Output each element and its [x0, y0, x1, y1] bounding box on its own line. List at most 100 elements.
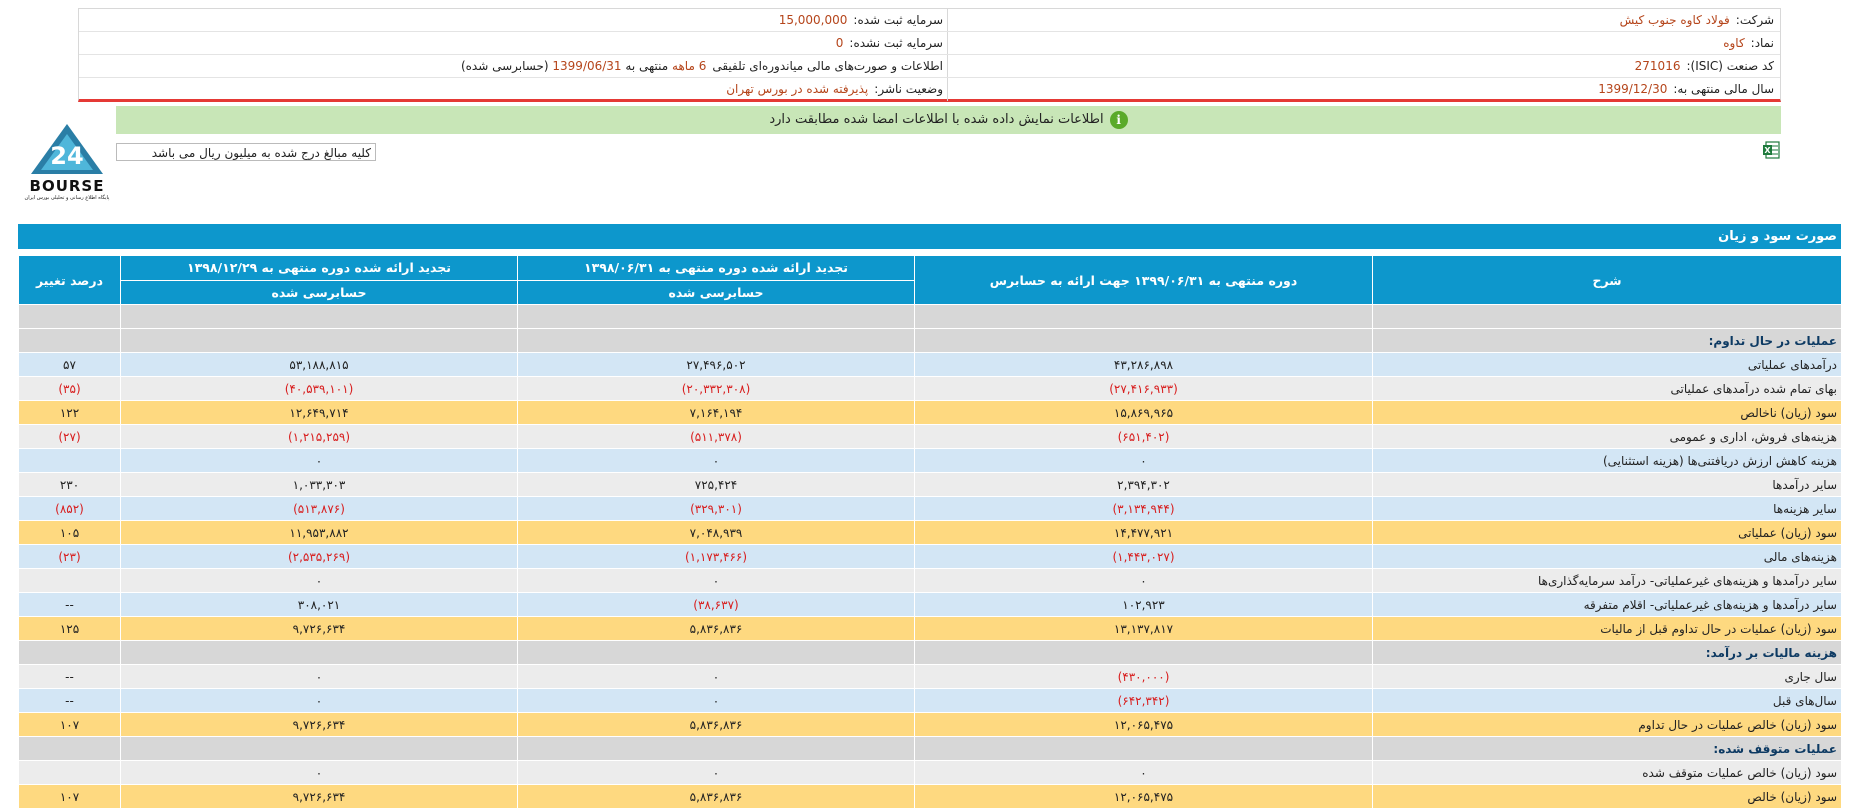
registered-capital-value: 15,000,000: [778, 13, 848, 27]
section-header-row: عملیات در حال تداوم:: [18, 328, 1842, 353]
value-prior-period: ۲۷,۴۹۶,۵۰۲: [517, 352, 915, 377]
section-empty-cell: [914, 736, 1373, 761]
value-prior-year: ۰: [120, 664, 518, 689]
report-description-row: اطلاعات و صورت‌های مالی میاندوره‌ای تلفی…: [79, 55, 949, 78]
report-period-end: 1399/06/31: [552, 59, 622, 73]
bourse24-logo[interactable]: 24 BOURSE پایگاه اطلاع رسانی و تحلیلی بو…: [18, 120, 116, 201]
value-current-period: (۱,۴۴۳,۰۲۷): [914, 544, 1373, 569]
section-empty-cell: [120, 328, 518, 353]
value-prior-year: (۲,۵۳۵,۲۶۹): [120, 544, 518, 569]
value-pct-change: (۲۷): [18, 424, 121, 449]
table-row: سال‌های قبل (۶۴۲,۳۴۲) ۰ ۰ --: [18, 688, 1842, 713]
value-current-period: (۶۵۱,۴۰۲): [914, 424, 1373, 449]
value-pct-change: [18, 448, 121, 473]
row-description: سایر درآمدها: [1372, 472, 1842, 497]
table-row: هزینه کاهش ارزش دریافتنی‌ها (هزینه استثن…: [18, 448, 1842, 473]
row-description: سود (زیان) خالص عملیات متوقف شده: [1372, 760, 1842, 785]
header-col2-audit: حسابرسی شده: [517, 279, 915, 305]
header-col1: دوره منتهی به ۱۳۹۹/۰۶/۳۱ جهت ارائه به حس…: [914, 255, 1373, 305]
section-title: عملیات متوقف شده:: [1372, 736, 1842, 761]
row-description: سود (زیان) عملیات در حال تداوم قبل از ما…: [1372, 616, 1842, 641]
value-current-period: (۶۴۲,۳۴۲): [914, 688, 1373, 713]
spacer-cell: [1372, 304, 1842, 329]
income-statement-table: شرح دوره منتهی به ۱۳۹۹/۰۶/۳۱ جهت ارائه ب…: [18, 255, 1842, 809]
value-pct-change: ۱۰۷: [18, 784, 121, 809]
company-label: شرکت:: [1735, 13, 1774, 27]
value-pct-change: (۳۵): [18, 376, 121, 401]
section-header-row: عملیات متوقف شده:: [18, 736, 1842, 761]
table-row: سایر درآمدها و هزینه‌های غیرعملیاتی- اقل…: [18, 592, 1842, 617]
spacer-cell: [18, 304, 121, 329]
row-description: سود (زیان) عملیاتی: [1372, 520, 1842, 545]
value-prior-period: ۰: [517, 568, 915, 593]
info-icon: i: [1109, 110, 1128, 129]
value-current-period: ۱۰۲,۹۲۳: [914, 592, 1373, 617]
row-description: سایر هزینه‌ها: [1372, 496, 1842, 521]
value-prior-year: ۰: [120, 688, 518, 713]
value-pct-change: ۱۰۷: [18, 712, 121, 737]
value-pct-change: --: [18, 592, 121, 617]
unregistered-capital-row: سرمایه ثبت نشده: 0: [79, 32, 949, 55]
value-prior-year: ۰: [120, 568, 518, 593]
logo-triangle-icon: 24: [31, 124, 103, 174]
value-prior-period: (۲۰,۳۳۲,۳۰۸): [517, 376, 915, 401]
value-prior-year: ۱۲,۶۴۹,۷۱۴: [120, 400, 518, 425]
value-prior-period: (۱,۱۷۳,۴۶۶): [517, 544, 915, 569]
fiscal-year-label: سال مالی منتهی به:: [1673, 82, 1774, 96]
symbol-label: نماد:: [1750, 36, 1774, 50]
report-desc-mid: منتهی به: [625, 59, 669, 73]
header-col3-audit: حسابرسی شده: [120, 279, 518, 305]
table-row: سود (زیان) ناخالص ۱۵,۸۶۹,۹۶۵ ۷,۱۶۴,۱۹۴ ۱۲,۶…: [18, 400, 1842, 425]
company-info-panel: شرکت: فولاد کاوه جنوب کیش نماد: کاوه کد صن…: [78, 8, 1781, 102]
company-info-left: سرمایه ثبت شده: 15,000,000 سرمایه ثبت نشد…: [79, 9, 949, 101]
publisher-status-row: وضعیت ناشر: پذیرفته شده در بورس تهران: [79, 78, 949, 101]
row-description: سود (زیان) خالص: [1372, 784, 1842, 809]
row-description: هزینه‌های مالی: [1372, 544, 1842, 569]
value-prior-period: (۳۲۹,۳۰۱): [517, 496, 915, 521]
table-row: سایر درآمدها و هزینه‌های غیرعملیاتی- درآ…: [18, 568, 1842, 593]
section-header-row: هزینه مالیات بر درآمد:: [18, 640, 1842, 665]
value-current-period: ۴۳,۲۸۶,۸۹۸: [914, 352, 1373, 377]
section-empty-cell: [120, 736, 518, 761]
value-prior-year: ۰: [120, 448, 518, 473]
header-desc: شرح: [1372, 255, 1842, 305]
row-description: سود (زیان) ناخالص: [1372, 400, 1842, 425]
table-row: سود (زیان) عملیاتی ۱۴,۴۷۷,۹۲۱ ۷,۰۴۸,۹۳۹ ۱۱,…: [18, 520, 1842, 545]
value-current-period: ۱۴,۴۷۷,۹۲۱: [914, 520, 1373, 545]
row-description: هزینه‌های فروش، اداری و عمومی: [1372, 424, 1842, 449]
row-description: هزینه کاهش ارزش دریافتنی‌ها (هزینه استثن…: [1372, 448, 1842, 473]
value-prior-period: (۳۸,۶۳۷): [517, 592, 915, 617]
value-pct-change: ۱۲۲: [18, 400, 121, 425]
notice-text: اطلاعات نمایش داده شده با اطلاعات امضا ش…: [769, 112, 1104, 127]
table-row: سایر درآمدها ۲,۳۹۴,۳۰۲ ۷۲۵,۴۲۴ ۱,۰۳۳,۳۰۳ ۲۳۰: [18, 472, 1842, 497]
value-pct-change: ۲۳۰: [18, 472, 121, 497]
value-prior-period: ۷,۱۶۴,۱۹۴: [517, 400, 915, 425]
symbol-row: نماد: کاوه: [948, 32, 1780, 55]
section-empty-cell: [18, 640, 121, 665]
value-pct-change: ۱۰۵: [18, 520, 121, 545]
value-prior-year: ۹,۷۲۶,۶۳۴: [120, 712, 518, 737]
value-prior-period: ۰: [517, 760, 915, 785]
section-empty-cell: [914, 640, 1373, 665]
value-prior-period: ۰: [517, 688, 915, 713]
unregistered-capital-value: 0: [835, 36, 844, 50]
spacer-cell: [120, 304, 518, 329]
section-empty-cell: [120, 640, 518, 665]
excel-export-icon[interactable]: X: [1762, 141, 1780, 159]
row-description: درآمدهای عملیاتی: [1372, 352, 1842, 377]
registered-capital-label: سرمایه ثبت شده:: [853, 13, 943, 27]
section-empty-cell: [517, 640, 915, 665]
value-pct-change: (۲۳): [18, 544, 121, 569]
value-prior-year: ۰: [120, 760, 518, 785]
section-empty-cell: [18, 736, 121, 761]
isic-row: کد صنعت (ISIC): 271016: [948, 55, 1780, 78]
row-description: سایر درآمدها و هزینه‌های غیرعملیاتی- درآ…: [1372, 568, 1842, 593]
value-prior-year: (۴۰,۵۳۹,۱۰۱): [120, 376, 518, 401]
company-info-right: شرکت: فولاد کاوه جنوب کیش نماد: کاوه کد صن…: [947, 9, 1780, 101]
logo-tagline: پایگاه اطلاع رسانی و تحلیلی بورس ایران: [24, 195, 110, 201]
isic-value: 271016: [1634, 59, 1681, 73]
value-prior-period: ۵,۸۳۶,۸۳۶: [517, 616, 915, 641]
spacer-row: [18, 304, 1842, 329]
table-row: درآمدهای عملیاتی ۴۳,۲۸۶,۸۹۸ ۲۷,۴۹۶,۵۰۲ ۵۳,۱…: [18, 352, 1842, 377]
value-prior-year: ۱,۰۳۳,۳۰۳: [120, 472, 518, 497]
